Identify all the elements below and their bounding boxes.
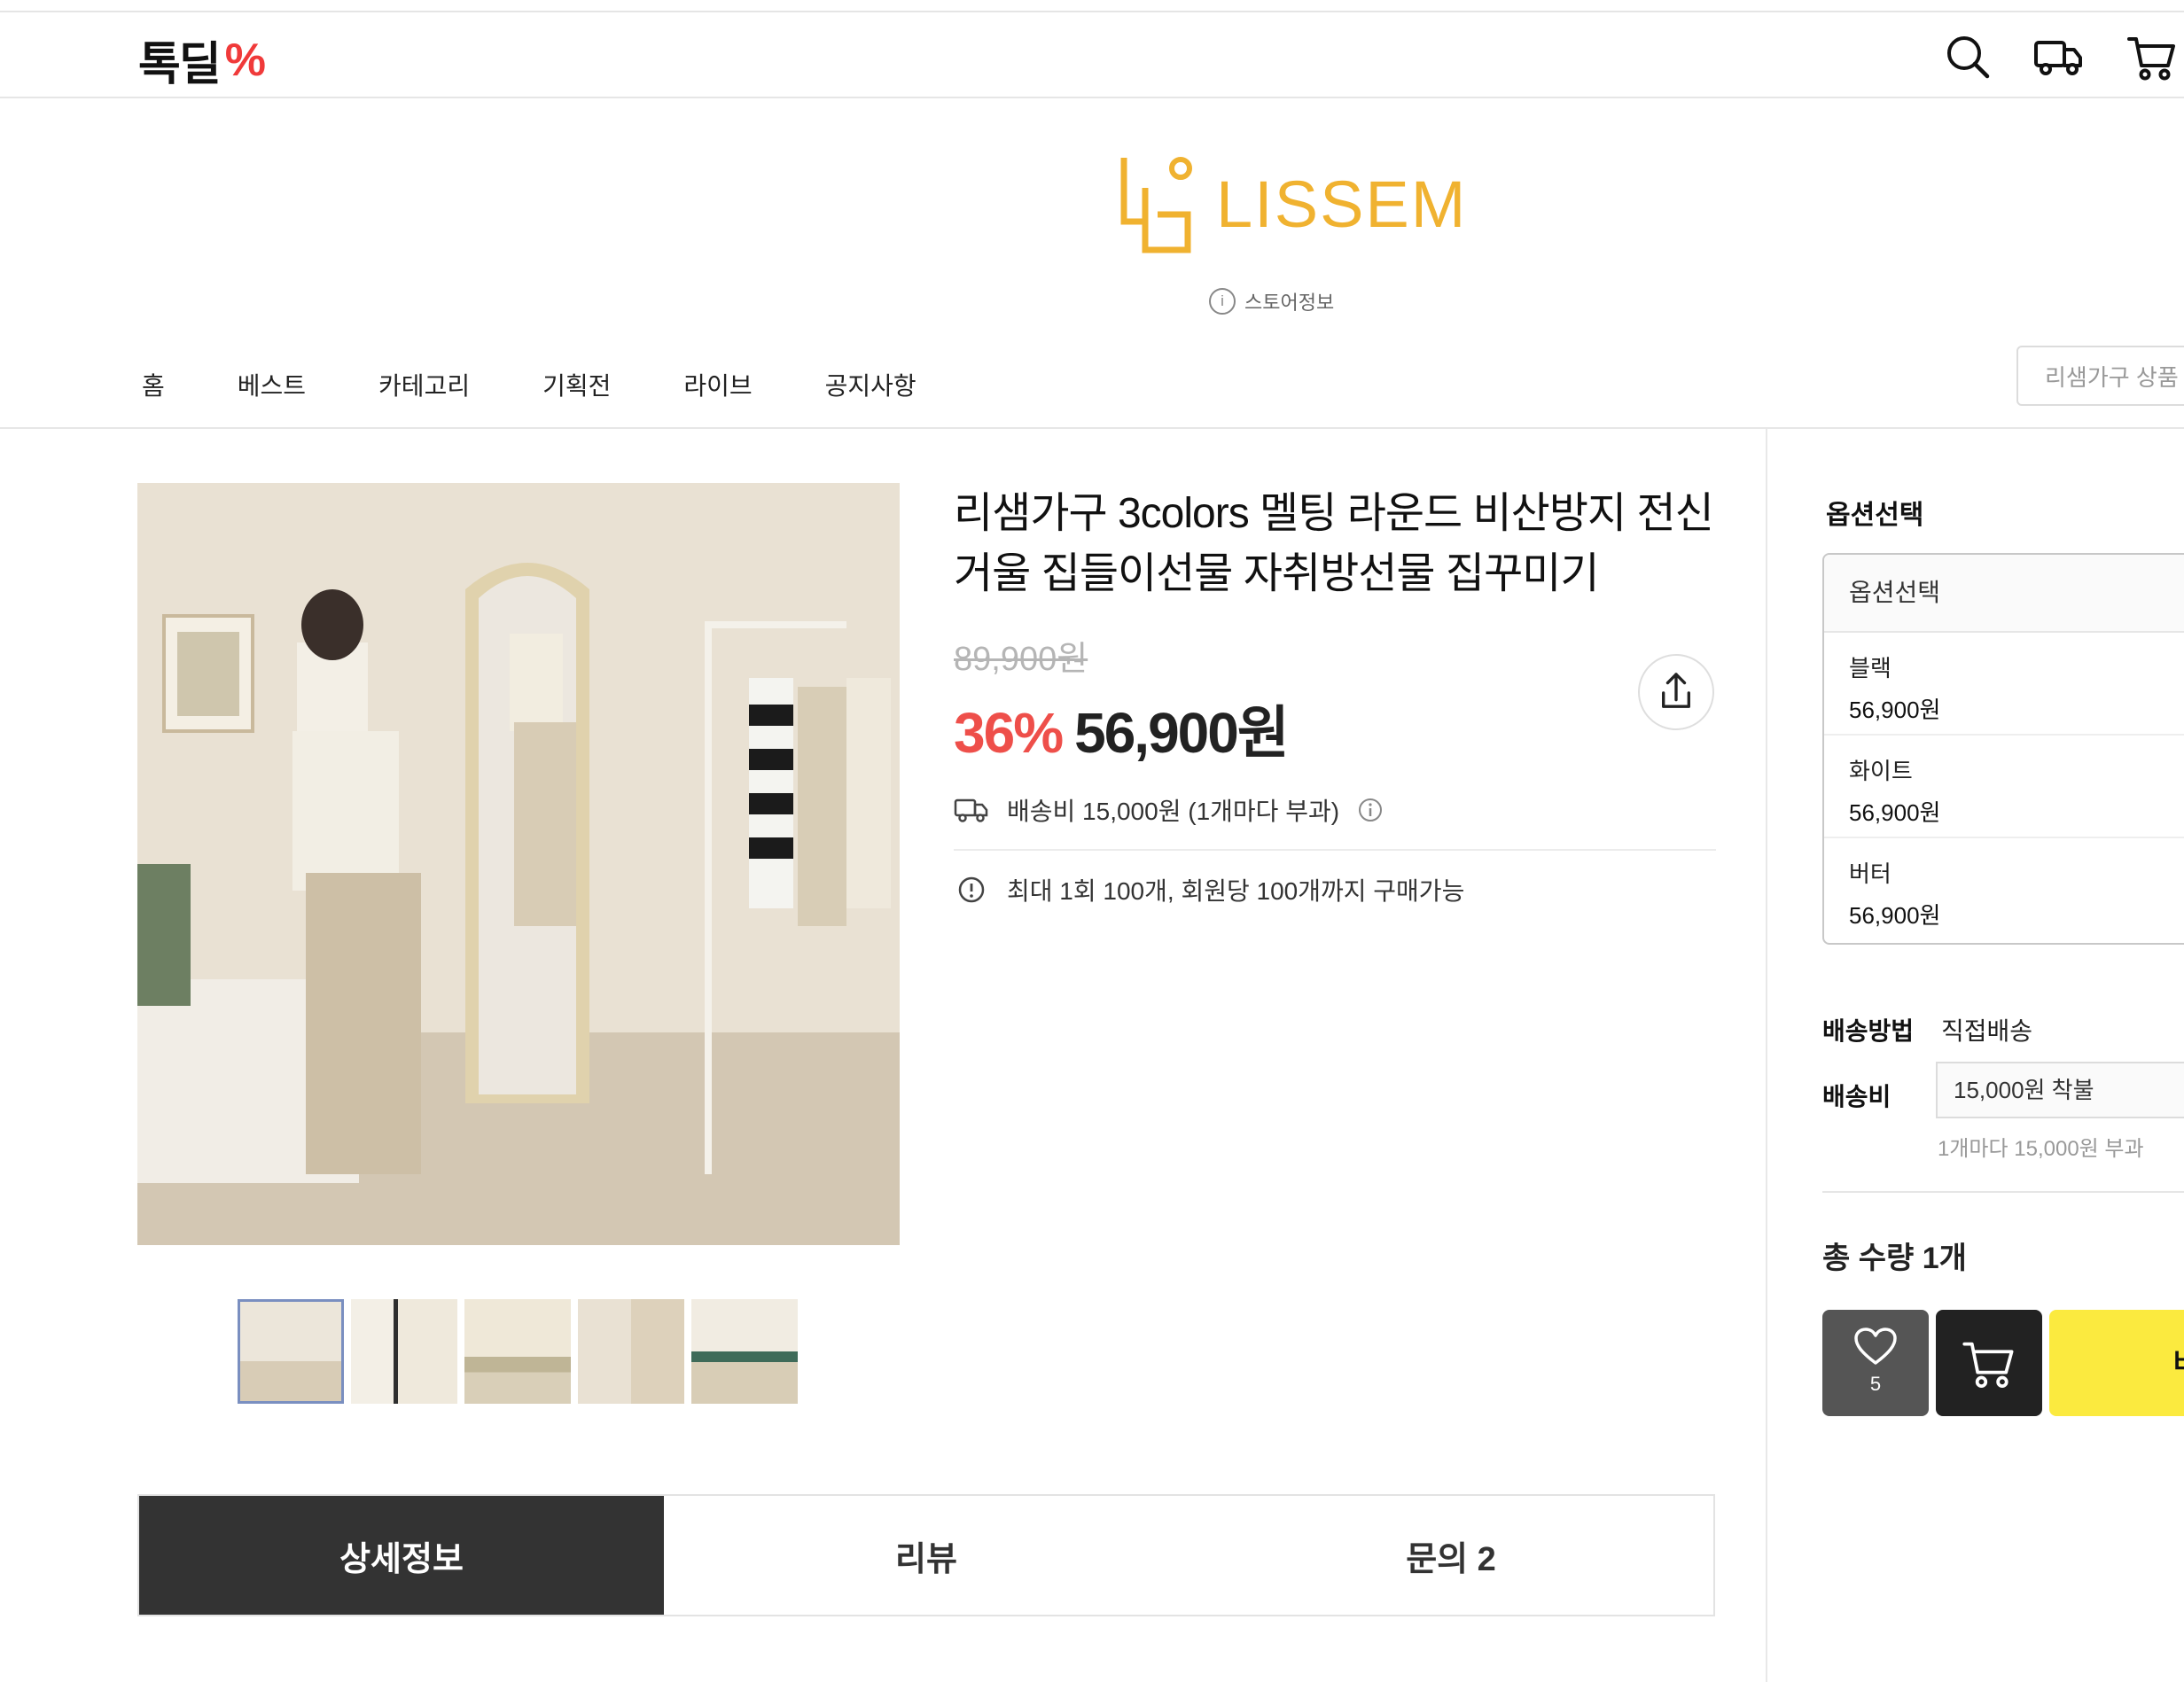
- store-search-input[interactable]: 리샘가구 상품: [2016, 346, 2184, 406]
- shipping-info: 배송비 15,000원 (1개마다 부과): [1007, 798, 1340, 825]
- total-quantity: 총 수량 1개: [1822, 1242, 1967, 1275]
- price-row: 36% 56,900원: [954, 688, 1290, 769]
- option-name: 버터: [1849, 860, 1892, 887]
- option-heading: 옵션선택: [1826, 501, 1924, 530]
- like-button[interactable]: 5: [1822, 1310, 1929, 1416]
- tab-review[interactable]: 리뷰: [664, 1496, 1189, 1615]
- brand-name: LISSEM: [1216, 167, 1468, 241]
- cart-icon[interactable]: [2126, 30, 2179, 83]
- add-to-cart-button[interactable]: [1936, 1310, 2042, 1416]
- sale-price: 56,900원: [1074, 701, 1290, 765]
- store-info-label: 스토어정보: [1244, 292, 1335, 314]
- shipping-fee-note: 1개마다 15,000원 부과: [1938, 1137, 2144, 1161]
- nav-item-notice[interactable]: 공지사항: [825, 367, 916, 402]
- site-header: 톡딜 %: [0, 11, 2184, 98]
- option-select-trigger[interactable]: 옵션선택: [1824, 555, 2184, 633]
- logo-mark: %: [224, 34, 266, 86]
- option-name: 블랙: [1849, 655, 1892, 681]
- shipping-fee-label: 배송비: [1822, 1083, 1892, 1110]
- buy-button[interactable]: 바: [2049, 1310, 2184, 1416]
- nav-item-exhibition[interactable]: 기획전: [542, 367, 611, 402]
- shipping-info-row: 배송비 15,000원 (1개마다 부과): [954, 792, 1384, 828]
- product-title: 리샘가구 3colors 멜팅 라운드 비산방지 전신거울 집들이선물 자취방선…: [954, 490, 1714, 597]
- nav-item-home[interactable]: 홈: [142, 367, 165, 402]
- brand-logo: LISSEM: [1119, 152, 1467, 255]
- thumbnail[interactable]: [464, 1299, 571, 1404]
- option-name: 화이트: [1849, 758, 1913, 784]
- truck-icon[interactable]: [2032, 30, 2085, 83]
- thumbnail[interactable]: [238, 1299, 344, 1404]
- tab-inquiry[interactable]: 문의 2: [1189, 1496, 1713, 1615]
- info-divider: [954, 849, 1716, 851]
- site-logo[interactable]: 톡딜 %: [138, 27, 266, 93]
- option-price: 56,900원: [1849, 697, 1941, 723]
- product-main-image: [137, 483, 900, 1245]
- delivery-method-label: 배송방법: [1822, 1017, 1915, 1045]
- nav-item-category[interactable]: 카테고리: [378, 367, 470, 402]
- discount-rate: 36%: [954, 701, 1064, 765]
- original-price: 89,900원: [954, 641, 1088, 678]
- option-select: 옵션선택 블랙 56,900원 화이트 56,900원 버터 56,900원: [1822, 553, 2184, 945]
- tab-detail[interactable]: 상세정보: [139, 1496, 664, 1615]
- option-price: 56,900원: [1849, 902, 1941, 929]
- like-count: 5: [1869, 1373, 1882, 1395]
- delivery-method-value: 직접배송: [1941, 1017, 2033, 1045]
- nav-item-live[interactable]: 라이브: [683, 367, 752, 402]
- store-info-link[interactable]: i 스토어정보: [1209, 287, 1334, 315]
- shipping-fee-select[interactable]: 15,000원 착불: [1936, 1062, 2184, 1118]
- option-item[interactable]: 화이트 56,900원: [1824, 736, 2184, 838]
- thumbnail[interactable]: [351, 1299, 457, 1404]
- truck-icon: [954, 798, 988, 822]
- purchase-limit: 최대 1회 100개, 회원당 100개까지 구매가능: [1007, 877, 1465, 905]
- sidebar-section-divider: [1822, 1191, 2184, 1193]
- purchase-limit-row: 최대 1회 100개, 회원당 100개까지 구매가능: [954, 872, 1464, 907]
- store-nav: 홈 베스트 카테고리 기획전 라이브 공지사항: [142, 367, 989, 402]
- option-item[interactable]: 버터 56,900원: [1824, 838, 2184, 941]
- thumbnail-strip: [238, 1299, 798, 1404]
- nav-item-best[interactable]: 베스트: [238, 367, 306, 402]
- option-item[interactable]: 블랙 56,900원: [1824, 633, 2184, 736]
- brand-mark-icon: [1120, 157, 1192, 253]
- detail-tabs: 상세정보 리뷰 문의 2: [137, 1494, 1715, 1616]
- info-icon: i: [1209, 288, 1236, 315]
- share-icon[interactable]: [1638, 654, 1714, 730]
- alert-icon: [958, 876, 985, 903]
- nav-divider: [0, 427, 2184, 429]
- thumbnail[interactable]: [691, 1299, 798, 1404]
- search-icon[interactable]: [1941, 30, 1994, 83]
- info-icon[interactable]: [1357, 797, 1384, 823]
- cart-icon: [1962, 1342, 2014, 1388]
- logo-text: 톡딜: [138, 39, 222, 90]
- thumbnail[interactable]: [578, 1299, 684, 1404]
- heart-icon: [1854, 1328, 1897, 1365]
- option-price: 56,900원: [1849, 799, 1941, 826]
- sidebar-divider: [1766, 429, 1767, 1682]
